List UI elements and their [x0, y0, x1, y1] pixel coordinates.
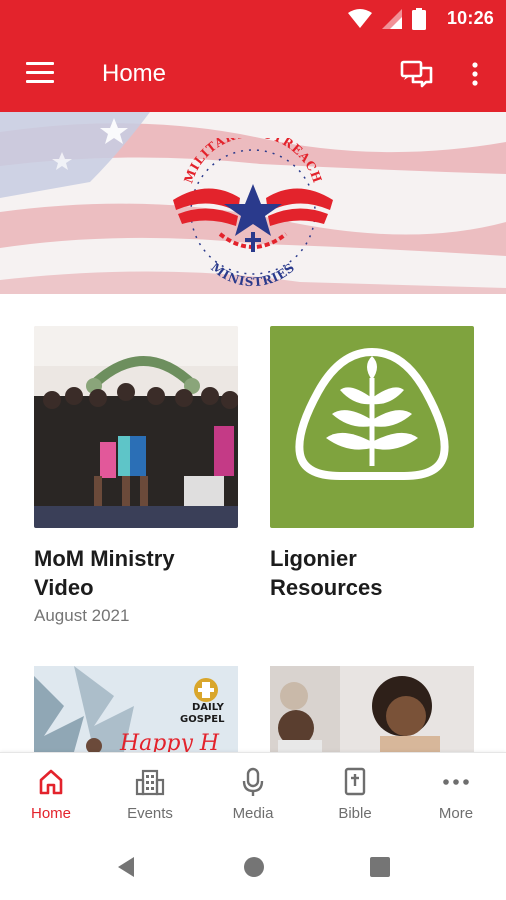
nav-media[interactable]: Media: [213, 765, 293, 822]
bottom-navigation: Home Events Media Bible More: [0, 752, 506, 834]
nav-bible[interactable]: Bible: [315, 765, 395, 822]
home-circle-icon[interactable]: [243, 856, 265, 878]
tile-title: Ligonier Resources: [270, 546, 383, 600]
tile-image: [34, 326, 238, 528]
home-icon: [39, 769, 63, 795]
recents-icon[interactable]: [370, 857, 390, 877]
tile-ligonier-resources[interactable]: Ligonier Resources: [270, 326, 474, 602]
hero-banner: MILITARY OUTREACH MINISTRIES: [0, 112, 506, 294]
cell-signal-icon: [382, 9, 402, 29]
nav-label: More: [438, 805, 474, 822]
more-vert-icon[interactable]: [470, 60, 480, 88]
microphone-icon: [242, 767, 264, 796]
people-photo-image: [270, 666, 474, 752]
nav-home[interactable]: Home: [11, 765, 91, 822]
daily-gospel-image: DAILY GOSPEL Happy H: [34, 666, 238, 752]
building-icon: [135, 769, 165, 796]
nav-label: Home: [30, 805, 71, 822]
tile-title: MoM Ministry Video: [34, 546, 175, 600]
svg-text:Happy H: Happy H: [119, 731, 220, 752]
svg-text:DAILY: DAILY: [192, 702, 225, 713]
nav-events[interactable]: Events: [110, 765, 190, 822]
page-title: Home: [102, 60, 167, 87]
nav-more[interactable]: More: [416, 765, 496, 822]
status-icons: [348, 8, 426, 30]
status-bar: 10:26: [0, 0, 506, 36]
nav-label: Bible: [338, 805, 372, 822]
tile-subtitle: August 2021: [34, 606, 130, 625]
svg-text:MILITARY OUTREACH: MILITARY OUTREACH: [181, 138, 324, 185]
wifi-icon: [348, 9, 372, 28]
app-bar: Home: [0, 36, 506, 112]
battery-icon: [412, 8, 426, 30]
more-horizontal-icon: [443, 779, 469, 785]
hamburger-menu-icon[interactable]: [26, 62, 54, 84]
bible-icon: [344, 767, 366, 796]
tile-image: [270, 326, 474, 528]
back-icon[interactable]: [116, 856, 136, 878]
system-navigation-bar: [0, 834, 506, 900]
ligonier-logo-icon: [270, 326, 474, 528]
military-outreach-logo: MILITARY OUTREACH MINISTRIES: [173, 138, 333, 289]
tile-mom-ministry-video[interactable]: MoM Ministry Video August 2021: [34, 326, 238, 626]
status-time: 10:26: [446, 8, 494, 28]
chat-icon[interactable]: [400, 60, 434, 88]
tile-daily-gospel[interactable]: DAILY GOSPEL Happy H: [34, 666, 238, 752]
nav-label: Events: [127, 805, 173, 822]
tile-photo-people[interactable]: [270, 666, 474, 752]
svg-text:GOSPEL: GOSPEL: [180, 714, 225, 725]
nav-label: Media: [232, 805, 274, 822]
